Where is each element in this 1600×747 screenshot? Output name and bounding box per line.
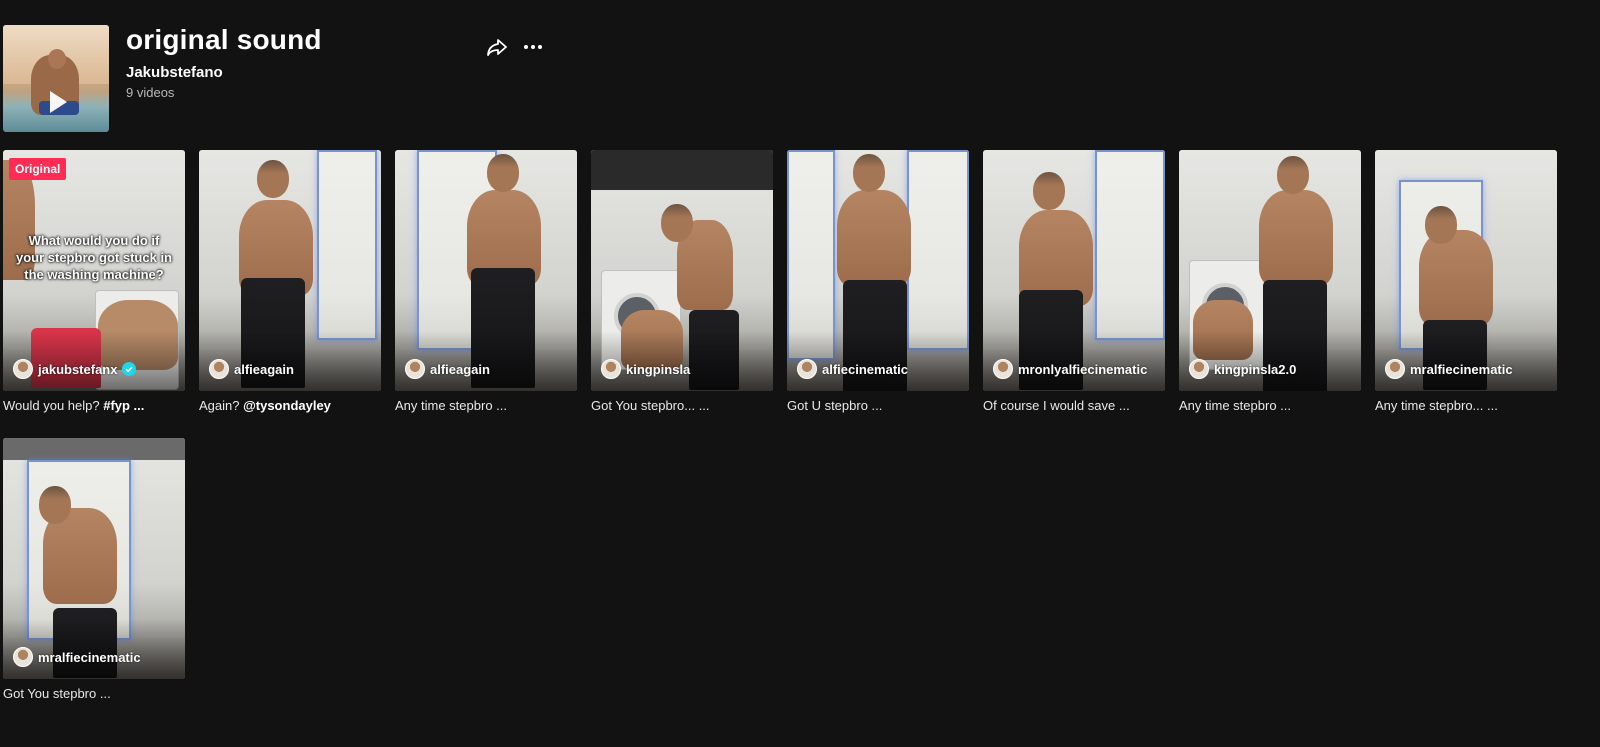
hashtag-link[interactable]: #fyp ... [103, 398, 144, 413]
creator-link[interactable]: kingpinsla [601, 359, 690, 379]
video-thumbnail[interactable]: alfieagain [199, 150, 381, 391]
video-thumbnail[interactable]: alfiecinematic [787, 150, 969, 391]
video-card[interactable]: alfieagain Again? @tysondayley [199, 150, 381, 413]
creator-link[interactable]: alfiecinematic [797, 359, 908, 379]
video-caption[interactable]: Got U stepbro ... [787, 398, 969, 413]
video-card[interactable]: mralfiecinematic Any time stepbro... ... [1375, 150, 1557, 413]
play-icon[interactable] [50, 91, 67, 113]
video-card[interactable]: alfiecinematic Got U stepbro ... [787, 150, 969, 413]
video-caption[interactable]: Got You stepbro ... [3, 686, 185, 701]
avatar [601, 359, 621, 379]
avatar [1385, 359, 1405, 379]
creator-link[interactable]: mralfiecinematic [1385, 359, 1513, 379]
creator-name: alfieagain [234, 361, 294, 377]
video-caption[interactable]: Got You stepbro... ... [591, 398, 773, 413]
creator-link[interactable]: mronlyalfiecinematic [993, 359, 1147, 379]
more-horizontal-icon [524, 45, 542, 49]
video-thumbnail[interactable]: kingpinsla2.0 [1179, 150, 1361, 391]
creator-name: mronlyalfiecinematic [1018, 361, 1148, 377]
share-icon [487, 39, 507, 56]
share-button[interactable] [484, 34, 510, 60]
avatar [209, 359, 229, 379]
creator-name: mralfiecinematic [1410, 361, 1513, 377]
video-card[interactable]: mronlyalfiecinematic Of course I would s… [983, 150, 1165, 413]
creator-link[interactable]: jakubstefanx [13, 359, 137, 379]
video-card[interactable]: alfieagain Any time stepbro ... [395, 150, 577, 413]
sound-page: original sound Jakubstefano 9 videos Ori… [0, 0, 1600, 747]
creator-link[interactable]: alfieagain [209, 359, 294, 379]
creator-name: kingpinsla2.0 [1214, 361, 1297, 377]
video-thumbnail[interactable]: mralfiecinematic [1375, 150, 1557, 391]
video-thumbnail[interactable]: mronlyalfiecinematic [983, 150, 1165, 391]
avatar [13, 359, 33, 379]
avatar [1189, 359, 1209, 379]
video-thumbnail[interactable]: alfieagain [395, 150, 577, 391]
creator-link[interactable]: kingpinsla2.0 [1189, 359, 1296, 379]
creator-name: jakubstefanx [38, 361, 118, 377]
video-caption[interactable]: Any time stepbro... ... [1375, 398, 1557, 413]
more-options-button[interactable] [520, 34, 546, 60]
original-badge: Original [9, 158, 67, 180]
video-card[interactable]: kingpinsla2.0 Any time stepbro ... [1179, 150, 1361, 413]
video-caption[interactable]: Any time stepbro ... [1179, 398, 1361, 413]
sound-header: original sound Jakubstefano 9 videos [0, 0, 1600, 140]
mention-link[interactable]: @tysondayley [243, 398, 331, 413]
avatar [797, 359, 817, 379]
creator-name: mralfiecinematic [38, 649, 141, 665]
creator-link[interactable]: mralfiecinematic [13, 647, 141, 667]
sound-author-link[interactable]: Jakubstefano [126, 64, 223, 81]
avatar [993, 359, 1013, 379]
video-card[interactable]: mralfiecinematic Got You stepbro ... [3, 438, 185, 701]
avatar [13, 647, 33, 667]
verified-check-icon [122, 362, 137, 376]
video-card[interactable]: kingpinsla Got You stepbro... ... [591, 150, 773, 413]
sound-title: original sound [126, 24, 322, 55]
creator-link[interactable]: alfieagain [405, 359, 490, 379]
video-caption[interactable]: Any time stepbro ... [395, 398, 577, 413]
video-card[interactable]: Original What would you do if your stepb… [3, 150, 185, 413]
video-count: 9 videos [126, 85, 175, 100]
creator-name: alfiecinematic [822, 361, 908, 377]
video-thumbnail[interactable]: Original What would you do if your stepb… [3, 150, 185, 391]
video-caption[interactable]: Of course I would save ... [983, 398, 1165, 413]
avatar [405, 359, 425, 379]
sound-cover[interactable] [3, 25, 109, 132]
creator-name: alfieagain [430, 361, 490, 377]
video-thumbnail[interactable]: kingpinsla [591, 150, 773, 391]
creator-name: kingpinsla [626, 361, 691, 377]
video-caption[interactable]: Would you help? #fyp ... [3, 398, 185, 413]
video-overlay-text: What would you do if your stepbro got st… [15, 233, 172, 282]
video-caption[interactable]: Again? @tysondayley [199, 398, 381, 413]
video-thumbnail[interactable]: mralfiecinematic [3, 438, 185, 679]
